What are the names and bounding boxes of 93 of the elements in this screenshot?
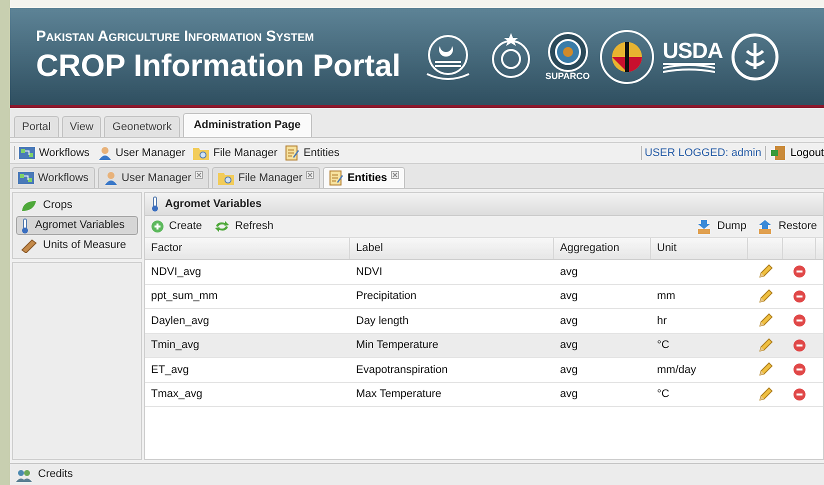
- pencil-icon[interactable]: [758, 264, 773, 280]
- folder-icon: [193, 146, 210, 160]
- main-tab[interactable]: Administration Page: [182, 113, 312, 137]
- main-tab[interactable]: View: [62, 116, 102, 137]
- main-tab[interactable]: Portal: [14, 116, 59, 137]
- logo-text: USDA: [662, 40, 723, 62]
- toolbar-button[interactable]: File Manager: [193, 144, 278, 162]
- pencil-icon[interactable]: [758, 338, 773, 353]
- pencil-icon[interactable]: [758, 362, 773, 378]
- pencil-icon[interactable]: [758, 313, 773, 328]
- close-icon[interactable]: [391, 171, 400, 179]
- toolbar-button[interactable]: Create: [151, 218, 202, 235]
- ruler-icon: [21, 238, 37, 252]
- leaf-icon: [21, 200, 37, 212]
- table-cell-text: mm/day: [657, 362, 696, 378]
- toolbar-button[interactable]: Refresh: [214, 218, 274, 235]
- thermometer-icon: [21, 218, 29, 234]
- table-cell-text: ET_avg: [151, 362, 189, 378]
- download-tray-icon: [697, 220, 712, 234]
- table-row[interactable]: Tmax_avg Max Temperature avg °C: [145, 382, 823, 407]
- delete-icon[interactable]: [793, 363, 806, 376]
- sidebar-item[interactable]: Units of Measure: [16, 236, 138, 255]
- workflow-icon: [18, 171, 34, 185]
- table-cell-text: avg: [560, 338, 578, 353]
- table-cell-text: hr: [657, 314, 667, 328]
- credits-link[interactable]: Credits: [38, 466, 73, 483]
- portal-subtitle: Pakistan Agriculture Information System: [36, 28, 315, 46]
- column-header[interactable]: Factor: [145, 238, 350, 259]
- table-cell-text: °C: [657, 338, 670, 353]
- tab[interactable]: File Manager: [212, 167, 320, 188]
- folder-icon: [218, 171, 234, 185]
- delete-icon[interactable]: [793, 338, 806, 352]
- user-logged-label: USER LOGGED: admin: [644, 146, 762, 161]
- table-cell-text: Tmin_avg: [151, 338, 200, 353]
- pencil-icon[interactable]: [758, 386, 773, 402]
- table-cell-text: avg: [560, 264, 578, 280]
- table-cell-text: avg: [560, 314, 578, 328]
- logo-caption: SUPARCO: [545, 72, 590, 81]
- field-lines-icon: [662, 62, 715, 74]
- delete-icon[interactable]: [793, 314, 806, 328]
- table-cell-text: Tmax_avg: [151, 387, 202, 402]
- thermometer-icon: [151, 196, 159, 212]
- table-cell-text: NDVI_avg: [151, 264, 202, 280]
- column-header[interactable]: Unit: [651, 238, 748, 259]
- table-cell-text: avg: [560, 362, 578, 378]
- table-cell-text: Min Temperature: [356, 338, 438, 353]
- notepad-icon: [285, 145, 300, 161]
- toolbar-button[interactable]: User Manager: [98, 144, 186, 162]
- table-cell-text: NDVI: [356, 264, 382, 280]
- seal-icon: [730, 32, 779, 80]
- logout-button[interactable]: Logout: [770, 144, 824, 162]
- column-header[interactable]: Aggregation: [554, 238, 651, 259]
- delete-icon[interactable]: [793, 388, 806, 401]
- door-icon: [770, 145, 786, 161]
- pencil-icon[interactable]: [758, 288, 773, 304]
- tab[interactable]: Entities: [323, 167, 406, 188]
- delete-icon[interactable]: [793, 265, 806, 278]
- toolbar-button[interactable]: Workflows: [19, 144, 90, 162]
- plus-icon: [151, 220, 164, 233]
- toolbar-button[interactable]: Entities: [285, 144, 340, 162]
- table-cell-text: Day length: [356, 314, 409, 328]
- portal-title: CROP Information Portal: [36, 46, 401, 84]
- user-icon: [98, 146, 112, 160]
- user-icon: [104, 171, 118, 185]
- table-cell-text: mm: [657, 289, 676, 304]
- table-cell-text: Max Temperature: [356, 387, 442, 402]
- column-header[interactable]: Label: [350, 238, 554, 259]
- workflow-icon: [19, 146, 35, 160]
- toolbar-button[interactable]: Dump: [697, 218, 746, 235]
- tab[interactable]: User Manager: [98, 167, 210, 188]
- upload-tray-icon: [758, 220, 772, 234]
- sidebar-item[interactable]: Agromet Variables: [16, 216, 138, 235]
- refresh-icon: [214, 220, 230, 233]
- sidebar-item[interactable]: Crops: [16, 196, 138, 215]
- delete-icon[interactable]: [793, 290, 806, 303]
- close-icon[interactable]: [306, 171, 314, 179]
- table-cell-text: Daylen_avg: [151, 314, 210, 328]
- main-tab[interactable]: Geonetwork: [104, 116, 180, 137]
- close-icon[interactable]: [195, 171, 204, 179]
- table-cell-text: °C: [657, 387, 670, 402]
- table-cell-text: avg: [560, 387, 578, 402]
- tab[interactable]: Workflows: [12, 167, 95, 188]
- table-row[interactable]: Tmin_avg Min Temperature avg °C: [145, 334, 823, 358]
- table-row[interactable]: ppt_sum_mm Precipitation avg mm: [145, 284, 823, 309]
- table-cell-text: Evapotranspiration: [356, 362, 448, 378]
- table-cell-text: Precipitation: [356, 289, 417, 304]
- panel-title: Agromet Variables: [165, 196, 262, 212]
- table-cell-text: avg: [560, 289, 578, 304]
- notepad-icon: [329, 170, 344, 186]
- table-cell-text: ppt_sum_mm: [151, 289, 218, 304]
- seal-icon: [598, 28, 655, 84]
- toolbar-button[interactable]: Restore: [758, 218, 817, 235]
- people-icon: [16, 468, 32, 482]
